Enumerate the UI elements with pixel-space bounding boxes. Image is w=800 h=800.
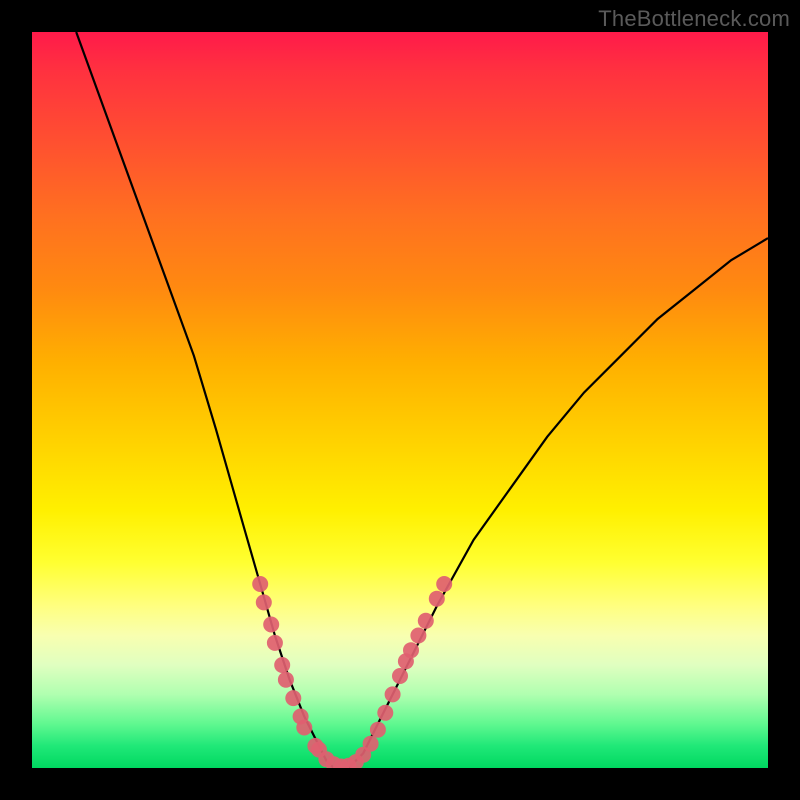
data-point-marker <box>385 686 401 702</box>
watermark-text: TheBottleneck.com <box>598 6 790 32</box>
data-point-marker <box>403 642 419 658</box>
data-point-marker <box>274 657 290 673</box>
data-point-marker <box>263 617 279 633</box>
data-point-marker <box>252 576 268 592</box>
data-point-marker <box>429 591 445 607</box>
data-point-marker <box>285 690 301 706</box>
data-point-marker <box>377 705 393 721</box>
chart-frame: TheBottleneck.com <box>0 0 800 800</box>
data-point-marker <box>278 672 294 688</box>
data-point-marker <box>410 628 426 644</box>
data-point-marker <box>370 722 386 738</box>
data-point-marker <box>296 720 312 736</box>
data-point-marker <box>436 576 452 592</box>
plot-area <box>32 32 768 768</box>
data-point-marker <box>256 594 272 610</box>
data-point-marker <box>363 736 379 752</box>
data-point-marker <box>418 613 434 629</box>
curve-layer <box>32 32 768 768</box>
bottleneck-curve <box>76 32 768 768</box>
data-point-marker <box>267 635 283 651</box>
data-point-marker <box>392 668 408 684</box>
